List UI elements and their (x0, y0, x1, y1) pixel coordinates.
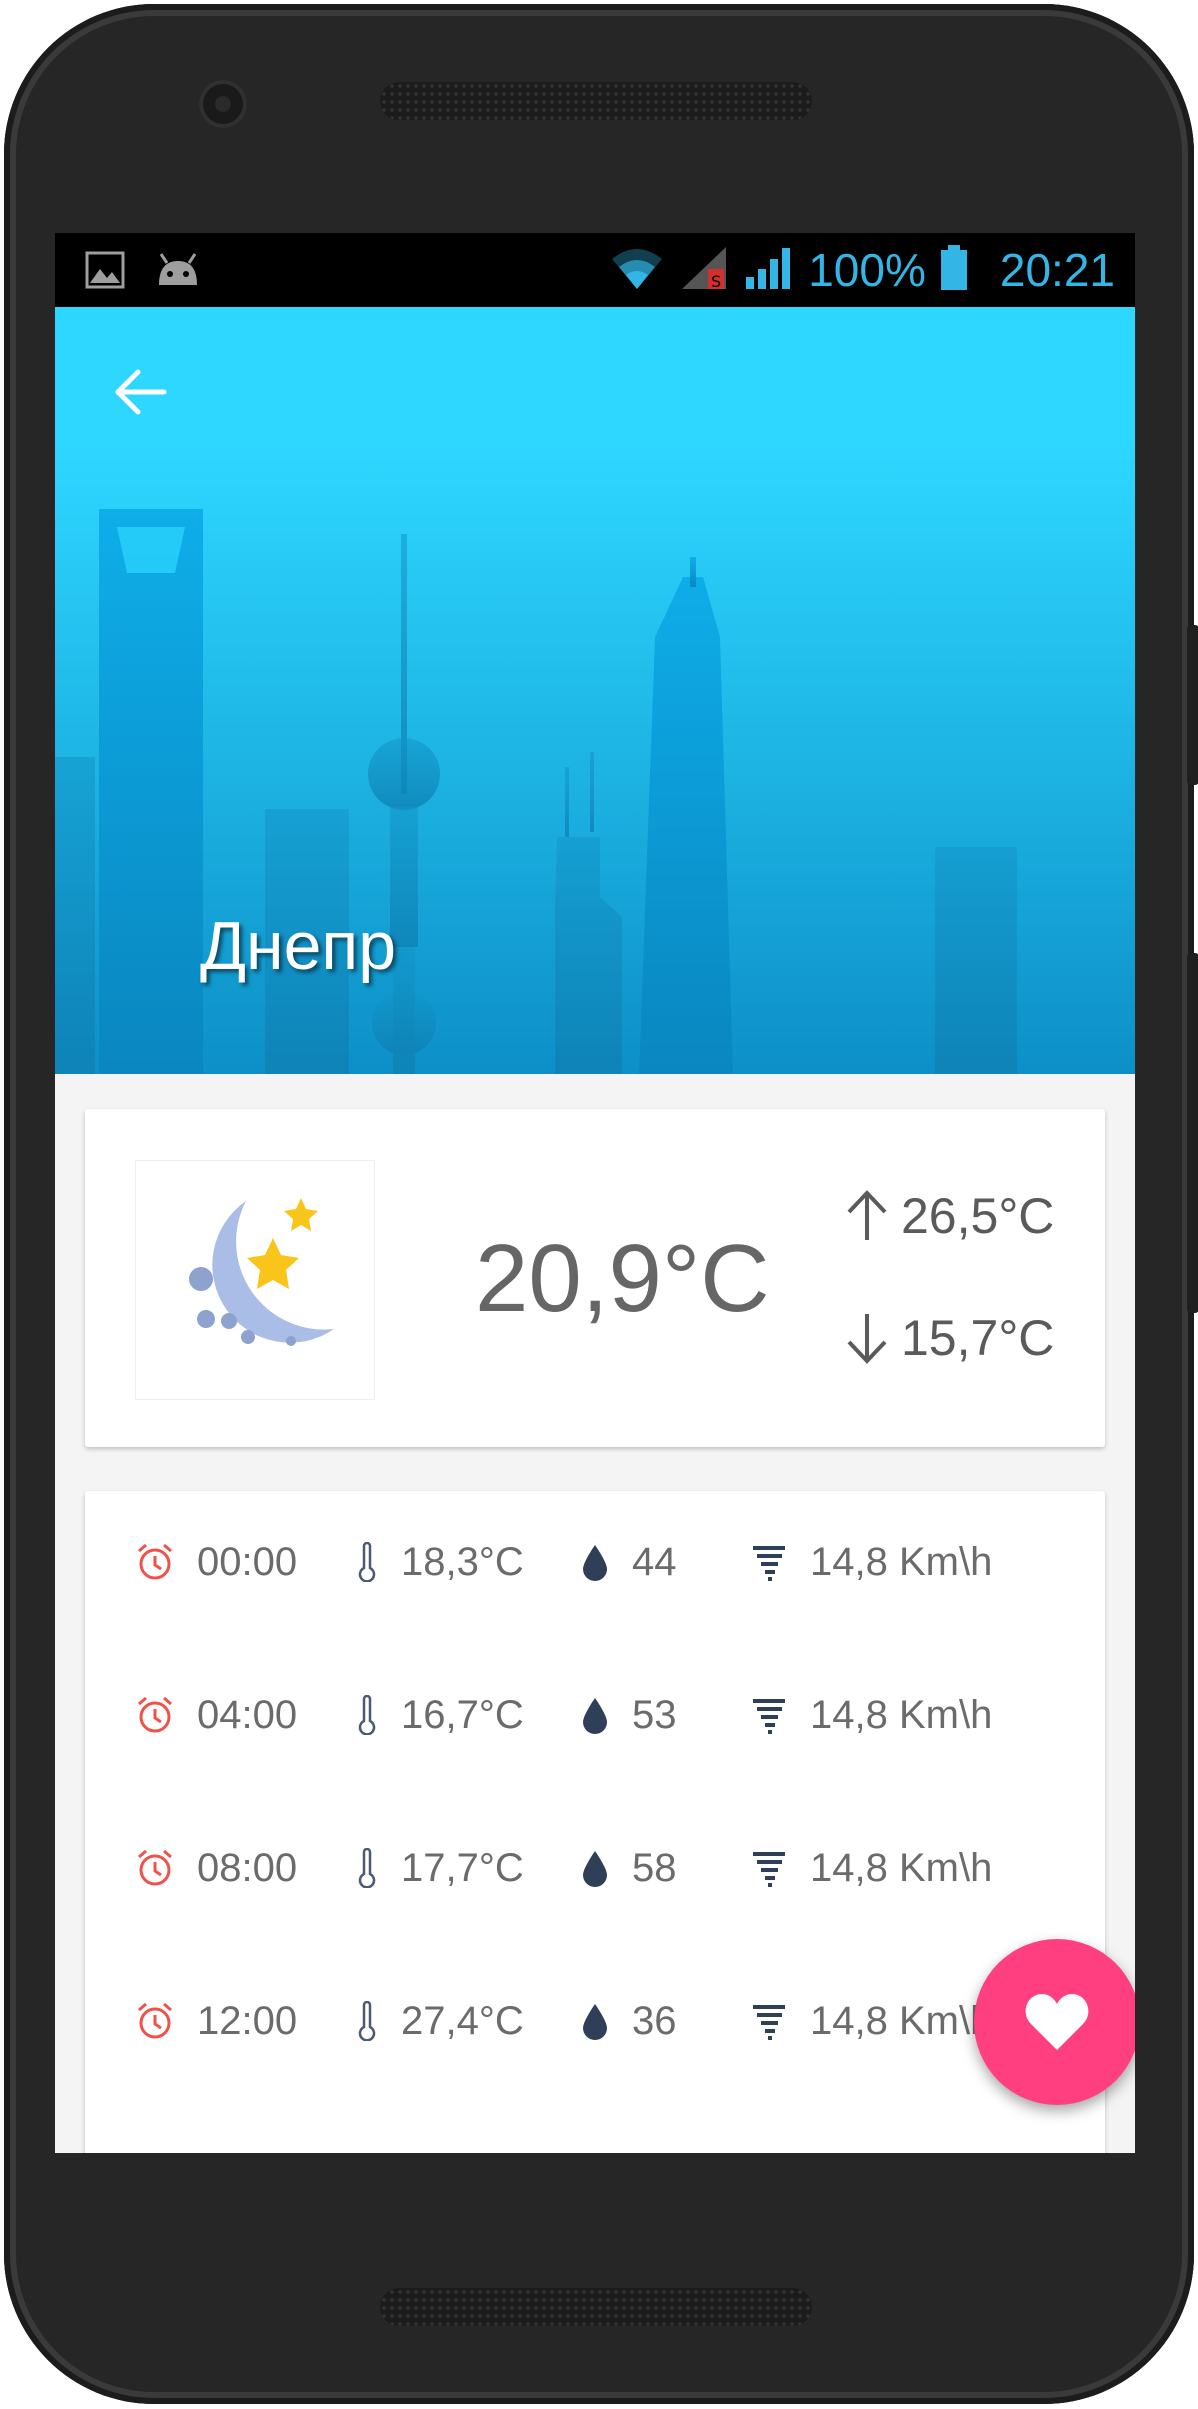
forecast-row: 00:00 18,3°C 44 14,8 Km\h (85, 1512, 1105, 1612)
svg-text:S: S (711, 272, 721, 291)
max-temperature-row: 26,5°C (845, 1187, 1054, 1245)
forecast-temperature: 16,7°C (401, 1692, 524, 1737)
forecast-wind: 14,8 Km\h (810, 1998, 993, 2043)
alarm-clock-icon (135, 1848, 175, 1888)
forecast-wind: 14,8 Km\h (810, 1692, 993, 1737)
signal-sim1-icon: S (680, 245, 730, 296)
thermometer-icon (355, 1848, 379, 1888)
alarm-clock-icon (135, 1695, 175, 1735)
favorite-fab-button[interactable] (974, 1939, 1135, 2105)
wind-tornado-icon (750, 2001, 788, 2041)
forecast-wind-cell: 14,8 Km\h (750, 1665, 992, 1765)
status-time: 20:21 (999, 244, 1115, 296)
forecast-time: 00:00 (197, 1539, 298, 1584)
forecast-row: 12:00 27,4°C 36 14,8 Km\h (85, 1971, 1105, 2071)
status-bar: S 100% 20:21 (55, 233, 1135, 307)
thermometer-icon (355, 2001, 379, 2041)
arrow-down-icon (847, 1314, 887, 1364)
forecast-temperature: 17,7°C (401, 1845, 524, 1890)
wind-tornado-icon (750, 1848, 788, 1888)
signal-sim2-icon (744, 245, 794, 296)
forecast-time: 12:00 (197, 1998, 298, 2043)
water-drop-icon (580, 1542, 610, 1582)
forecast-wind-cell: 14,8 Km\h (750, 1971, 992, 2071)
forecast-wind-cell: 14,8 Km\h (750, 1512, 992, 1612)
forecast-humidity-cell: 36 (580, 1971, 677, 2071)
current-temperature: 20,9°C (475, 1225, 770, 1332)
volume-button (1187, 953, 1198, 1313)
min-temperature-row: 15,7°C (845, 1309, 1054, 1367)
forecast-temperature: 27,4°C (401, 1998, 524, 2043)
back-button[interactable] (105, 357, 175, 427)
bottom-speaker-grille (380, 2288, 812, 2326)
forecast-time: 08:00 (197, 1845, 298, 1890)
forecast-humidity-cell: 44 (580, 1512, 677, 1612)
forecast-temperature: 18,3°C (401, 1539, 524, 1584)
forecast-temperature-cell: 16,7°C (355, 1665, 524, 1765)
front-camera (199, 80, 247, 128)
water-drop-icon (580, 2001, 610, 2041)
thermometer-icon (355, 1542, 379, 1582)
heart-icon (1025, 1994, 1089, 2050)
image-icon (85, 251, 125, 294)
forecast-wind: 14,8 Km\h (810, 1539, 993, 1584)
max-temperature: 26,5°C (901, 1188, 1055, 1244)
forecast-row: 08:00 17,7°C 58 14,8 Km\h (85, 1818, 1105, 1918)
forecast-temperature-cell: 17,7°C (355, 1818, 524, 1918)
alarm-clock-icon (135, 1542, 175, 1582)
top-speaker-grille (380, 82, 812, 120)
wifi-icon (608, 245, 666, 296)
water-drop-icon (580, 1695, 610, 1735)
screen: S 100% 20:21 Днепр 20,9°C 26,5°C 15,7°C … (55, 233, 1135, 2153)
forecast-row: 04:00 16,7°C 53 14,8 Km\h (85, 1665, 1105, 1765)
forecast-time-cell: 00:00 (135, 1512, 297, 1612)
battery-icon (940, 244, 968, 296)
city-header: Днепр (55, 307, 1135, 1074)
arrow-left-icon (115, 369, 167, 415)
water-drop-icon (580, 1848, 610, 1888)
forecast-temperature-cell: 27,4°C (355, 1971, 524, 2071)
forecast-time-cell: 04:00 (135, 1665, 297, 1765)
forecast-time: 04:00 (197, 1692, 298, 1737)
forecast-humidity: 58 (632, 1845, 677, 1890)
forecast-wind-cell: 14,8 Km\h (750, 1818, 992, 1918)
city-title: Днепр (200, 908, 397, 984)
forecast-humidity-cell: 53 (580, 1665, 677, 1765)
weather-condition-image (135, 1160, 375, 1400)
forecast-humidity-cell: 58 (580, 1818, 677, 1918)
forecast-humidity: 36 (632, 1998, 677, 2043)
power-button (1187, 625, 1198, 785)
forecast-wind: 14,8 Km\h (810, 1845, 993, 1890)
forecast-humidity: 44 (632, 1539, 677, 1584)
battery-percent: 100% (808, 244, 926, 296)
arrow-up-icon (847, 1190, 887, 1240)
android-icon (155, 251, 201, 294)
min-temperature: 15,7°C (901, 1310, 1055, 1366)
forecast-humidity: 53 (632, 1692, 677, 1737)
hourly-forecast-card: 00:00 18,3°C 44 14,8 Km\h 04:00 16,7°C 5… (85, 1491, 1105, 2153)
forecast-time-cell: 12:00 (135, 1971, 297, 2071)
current-weather-card: 20,9°C 26,5°C 15,7°C (85, 1109, 1105, 1447)
forecast-time-cell: 08:00 (135, 1818, 297, 1918)
alarm-clock-icon (135, 2001, 175, 2041)
thermometer-icon (355, 1695, 379, 1735)
crescent-moon-stars-icon (189, 1198, 334, 1346)
wind-tornado-icon (750, 1542, 788, 1582)
forecast-temperature-cell: 18,3°C (355, 1512, 524, 1612)
wind-tornado-icon (750, 1695, 788, 1735)
